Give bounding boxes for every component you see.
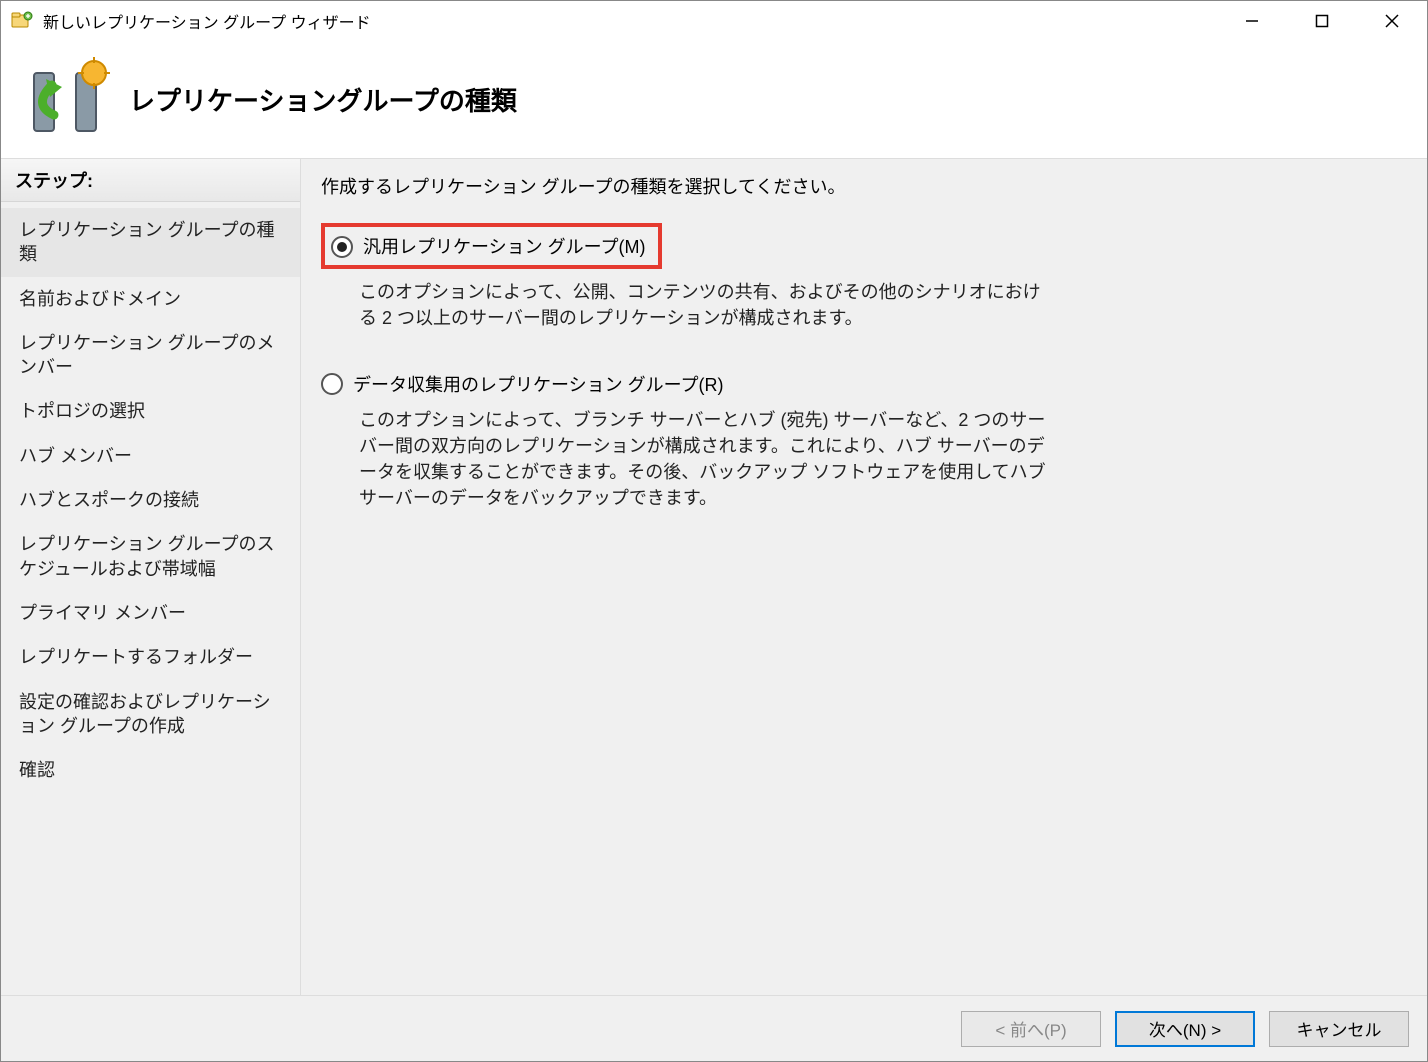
header: レプリケーショングループの種類 xyxy=(1,41,1427,159)
titlebar: 新しいレプリケーション グループ ウィザード xyxy=(1,1,1427,41)
sidebar-step-9[interactable]: 設定の確認およびレプリケーション グループの作成 xyxy=(1,680,300,749)
close-button[interactable] xyxy=(1357,1,1427,41)
page-title: レプリケーショングループの種類 xyxy=(129,81,517,118)
sidebar: ステップ: レプリケーション グループの種類名前およびドメインレプリケーション … xyxy=(1,159,301,995)
radio-indicator-1[interactable] xyxy=(321,373,343,395)
radio-option-0: 汎用レプリケーション グループ(M) このオプションによって、公開、コンテンツの共… xyxy=(321,223,1407,331)
sidebar-step-4[interactable]: ハブ メンバー xyxy=(1,434,300,478)
radio-option-1: データ収集用のレプリケーション グループ(R) このオプションによって、ブランチ … xyxy=(321,371,1407,511)
sidebar-step-7[interactable]: プライマリ メンバー xyxy=(1,591,300,635)
sidebar-list: レプリケーション グループの種類名前およびドメインレプリケーション グループのメ… xyxy=(1,202,300,798)
sidebar-step-6[interactable]: レプリケーション グループのスケジュールおよび帯域幅 xyxy=(1,522,300,591)
radio-description-0: このオプションによって、公開、コンテンツの共有、およびその他のシナリオにおける … xyxy=(359,279,1049,331)
radio-row-0[interactable]: 汎用レプリケーション グループ(M) xyxy=(321,223,1407,269)
sidebar-step-3[interactable]: トポロジの選択 xyxy=(1,389,300,433)
body: ステップ: レプリケーション グループの種類名前およびドメインレプリケーション … xyxy=(1,159,1427,995)
replication-icon xyxy=(19,52,114,147)
instruction-text: 作成するレプリケーション グループの種類を選択してください。 xyxy=(321,173,1407,199)
radio-highlight-box: 汎用レプリケーション グループ(M) xyxy=(321,223,662,269)
radio-label-1: データ収集用のレプリケーション グループ(R) xyxy=(353,371,724,397)
sidebar-step-1[interactable]: 名前およびドメイン xyxy=(1,277,300,321)
maximize-button[interactable] xyxy=(1287,1,1357,41)
footer: < 前へ(P) 次へ(N) > キャンセル xyxy=(1,995,1427,1061)
content-area: 作成するレプリケーション グループの種類を選択してください。 汎用レプリケーショ… xyxy=(301,159,1427,995)
radio-group: 汎用レプリケーション グループ(M) このオプションによって、公開、コンテンツの共… xyxy=(321,223,1407,552)
sidebar-step-5[interactable]: ハブとスポークの接続 xyxy=(1,478,300,522)
app-icon xyxy=(11,10,33,32)
radio-description-1: このオプションによって、ブランチ サーバーとハブ (宛先) サーバーなど、2 つ… xyxy=(359,407,1049,511)
sidebar-step-0[interactable]: レプリケーション グループの種類 xyxy=(1,208,300,277)
radio-indicator-0[interactable] xyxy=(331,236,353,258)
sidebar-step-8[interactable]: レプリケートするフォルダー xyxy=(1,635,300,679)
radio-label-0: 汎用レプリケーション グループ(M) xyxy=(363,233,646,259)
wizard-window: 新しいレプリケーション グループ ウィザード xyxy=(0,0,1428,1062)
sidebar-step-10[interactable]: 確認 xyxy=(1,748,300,792)
minimize-button[interactable] xyxy=(1217,1,1287,41)
sidebar-step-2[interactable]: レプリケーション グループのメンバー xyxy=(1,321,300,390)
window-controls xyxy=(1217,1,1427,41)
sidebar-header: ステップ: xyxy=(1,159,300,202)
next-button[interactable]: 次へ(N) > xyxy=(1115,1011,1255,1047)
radio-row-1[interactable]: データ収集用のレプリケーション グループ(R) xyxy=(321,371,1407,397)
cancel-button[interactable]: キャンセル xyxy=(1269,1011,1409,1047)
back-button: < 前へ(P) xyxy=(961,1011,1101,1047)
window-title: 新しいレプリケーション グループ ウィザード xyxy=(43,9,1217,33)
